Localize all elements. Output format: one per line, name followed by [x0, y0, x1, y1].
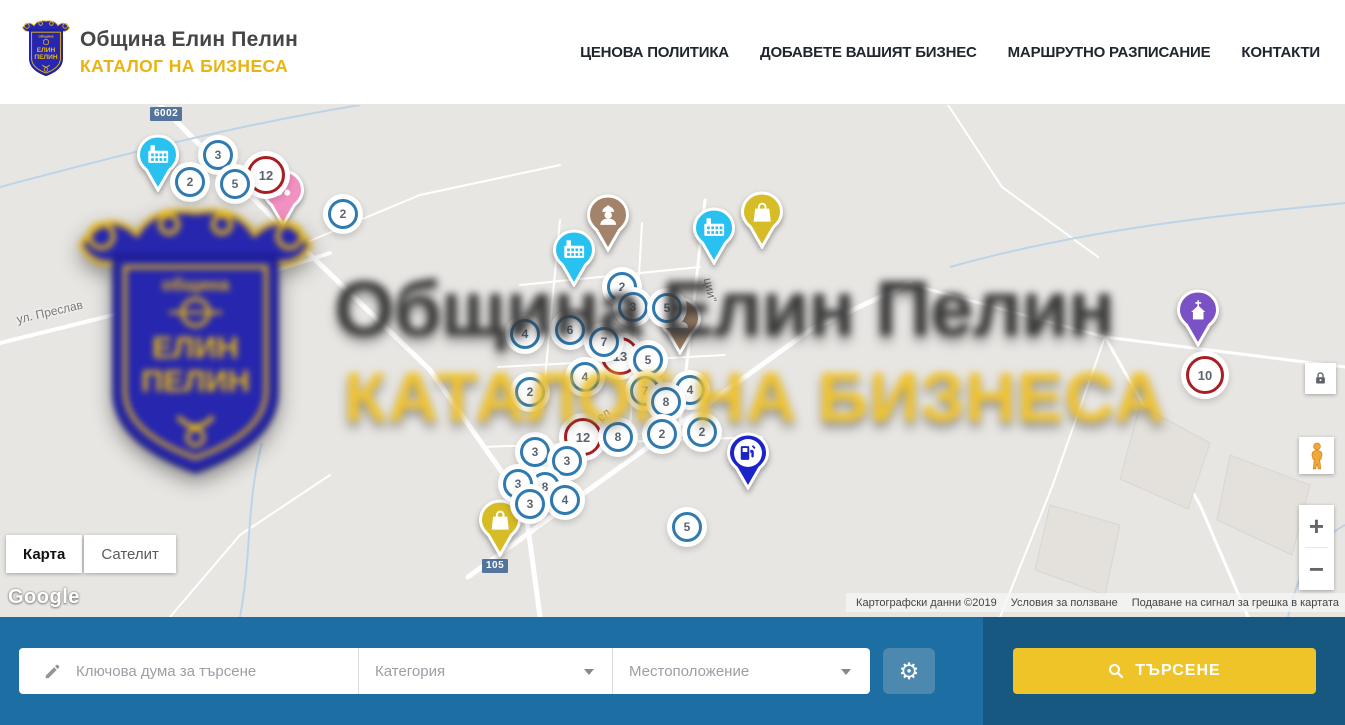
map-cluster[interactable]: 5	[633, 345, 663, 375]
map-cluster[interactable]: 2	[175, 167, 205, 197]
street-view-pegman-button[interactable]	[1299, 437, 1334, 474]
map-pin-factory[interactable]	[551, 229, 597, 287]
gear-icon: ⚙	[899, 658, 920, 685]
search-button[interactable]: ТЪРСЕНЕ	[1013, 648, 1316, 694]
svg-text:община: община	[39, 33, 55, 38]
nav-item-contacts[interactable]: КОНТАКТИ	[1241, 44, 1320, 61]
terms-of-use-link[interactable]: Условия за ползване	[1011, 597, 1118, 609]
nav-item-pricing[interactable]: ЦЕНОВА ПОЛИТИКА	[580, 44, 729, 61]
lock-icon	[1313, 371, 1328, 386]
search-fields-panel: Категория Местоположение ⚙	[0, 617, 983, 725]
map-cluster[interactable]: 5	[220, 169, 250, 199]
map-cluster[interactable]: 5	[672, 512, 702, 542]
google-logo[interactable]: Google	[8, 586, 80, 609]
nav-item-schedule[interactable]: МАРШРУТНО РАЗПИСАНИЕ	[1008, 44, 1211, 61]
municipality-crest-icon: община ЕЛИН ПЕЛИН	[22, 19, 70, 85]
site-subtitle: КАТАЛОГ НА БИЗНЕСА	[80, 56, 298, 76]
brand-logo-link[interactable]: община ЕЛИН ПЕЛИН Община Елин Пелин КАТА…	[22, 19, 298, 85]
map-cluster[interactable]: 3	[552, 446, 582, 476]
keyword-field[interactable]	[19, 648, 358, 694]
page: община ЕЛИН ПЕЛИН Община Елин Пелин КАТА…	[0, 0, 1345, 725]
advanced-search-button[interactable]: ⚙	[883, 648, 935, 694]
street-view-pegman-icon	[1306, 442, 1328, 470]
pencil-icon	[43, 662, 62, 681]
road-number-label: 105	[482, 559, 508, 573]
map-cluster[interactable]: 10	[1186, 356, 1224, 394]
map-pin-factory[interactable]	[691, 207, 737, 265]
search-submit-panel: ТЪРСЕНЕ	[983, 617, 1345, 725]
chevron-down-icon	[584, 669, 594, 675]
nav-item-add-business[interactable]: ДОБАВЕТЕ ВАШИЯТ БИЗНЕС	[760, 44, 977, 61]
map-cluster[interactable]: 2	[647, 419, 677, 449]
category-dropdown-value: Категория	[359, 663, 445, 680]
zoom-in-button[interactable]: +	[1299, 505, 1334, 547]
svg-text:ПЕЛИН: ПЕЛИН	[34, 54, 58, 61]
chevron-down-icon	[841, 669, 851, 675]
map-attribution: Картографски данни ©2019 Условия за полз…	[846, 593, 1345, 612]
map-canvas[interactable]: 6002 105 ул. Преслав бул. „Новосел ции" …	[0, 105, 1345, 617]
report-map-error-link[interactable]: Подаване на сигнал за грешка в картата	[1132, 597, 1339, 609]
location-dropdown-value: Местоположение	[613, 663, 749, 680]
map-cluster[interactable]: 8	[603, 422, 633, 452]
map-cluster[interactable]: 4	[550, 485, 580, 515]
header: община ЕЛИН ПЕЛИН Община Елин Пелин КАТА…	[0, 0, 1345, 105]
map-cluster[interactable]: 4	[510, 319, 540, 349]
fuel-icon	[734, 439, 762, 467]
attribution-copyright: Картографски данни ©2019	[856, 597, 997, 609]
keyword-search-input[interactable]	[76, 663, 358, 680]
zoom-out-button[interactable]: −	[1299, 548, 1334, 590]
search-bar: Категория Местоположение ⚙ ТЪРСЕНЕ	[0, 617, 1345, 725]
map-cluster[interactable]: 5	[652, 293, 682, 323]
lock-control-button[interactable]	[1305, 363, 1336, 394]
map-cluster[interactable]: 3	[515, 489, 545, 519]
site-title: Община Елин Пелин	[80, 28, 298, 52]
magnifier-icon	[1107, 662, 1125, 680]
svg-text:ЕЛИН: ЕЛИН	[37, 47, 56, 54]
map-cluster[interactable]: 6	[555, 315, 585, 345]
map-type-map-button[interactable]: Карта	[6, 535, 82, 573]
map-pin-bag[interactable]	[739, 191, 785, 249]
map-pin-church[interactable]	[1175, 289, 1221, 347]
map-cluster[interactable]: 2	[328, 199, 358, 229]
map-type-satellite-button[interactable]: Сателит	[84, 535, 176, 573]
search-fields-group: Категория Местоположение	[19, 648, 870, 694]
map-type-control: Карта Сателит	[6, 535, 176, 573]
search-button-label: ТЪРСЕНЕ	[1135, 662, 1220, 680]
map-cluster[interactable]: 3	[520, 437, 550, 467]
road-number-label: 6002	[150, 107, 182, 121]
map-cluster[interactable]: 8	[651, 387, 681, 417]
map-cluster[interactable]: 4	[570, 362, 600, 392]
map-cluster[interactable]: 3	[618, 292, 648, 322]
map-cluster[interactable]: 12	[247, 156, 285, 194]
map-cluster[interactable]: 7	[589, 327, 619, 357]
main-nav: ЦЕНОВА ПОЛИТИКА ДОБАВЕТЕ ВАШИЯТ БИЗНЕС М…	[580, 44, 1320, 61]
map-cluster[interactable]: 3	[203, 140, 233, 170]
location-dropdown[interactable]: Местоположение	[612, 648, 869, 694]
zoom-control: + −	[1299, 505, 1334, 590]
map-cluster[interactable]: 2	[687, 417, 717, 447]
map-pin-fuel[interactable]	[725, 432, 771, 490]
map-cluster[interactable]: 2	[515, 377, 545, 407]
category-dropdown[interactable]: Категория	[358, 648, 612, 694]
